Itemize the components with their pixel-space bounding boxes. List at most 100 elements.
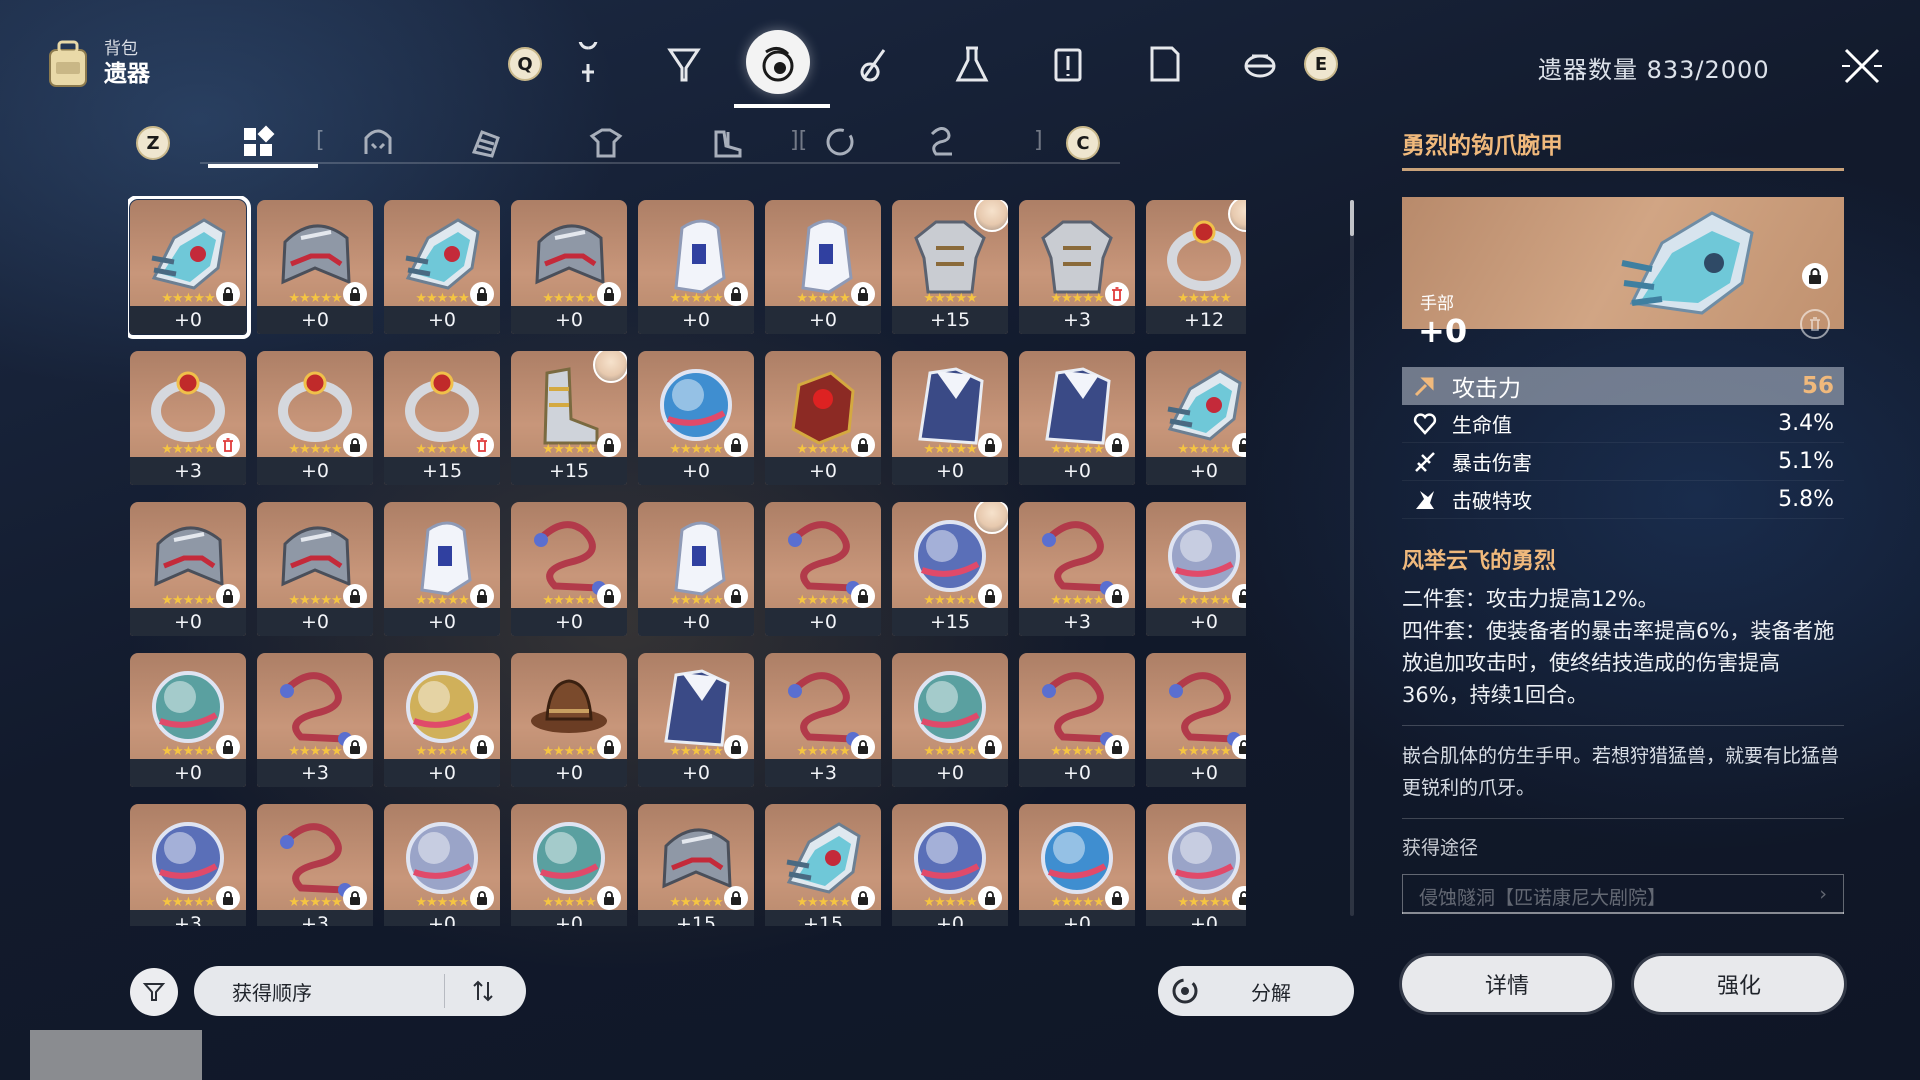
lock-icon[interactable]: [851, 886, 875, 910]
tab-materials[interactable]: [648, 28, 720, 100]
relic-card[interactable]: ★★★★★ +0: [1146, 502, 1246, 636]
tab-link-rope[interactable]: [912, 120, 972, 164]
relic-card[interactable]: ★★★★★ +0: [257, 502, 373, 636]
lock-icon[interactable]: [597, 282, 621, 306]
tab-documents[interactable]: [1128, 28, 1200, 100]
lock-icon[interactable]: [1105, 433, 1129, 457]
relic-card[interactable]: ★★★★★ +3: [130, 804, 246, 926]
relic-card[interactable]: ★★★★★ +0: [1019, 804, 1135, 926]
lock-icon[interactable]: [724, 584, 748, 608]
relic-card[interactable]: ★★★★★ +0: [1146, 351, 1246, 485]
lock-icon[interactable]: [1105, 735, 1129, 759]
lock-icon[interactable]: [851, 584, 875, 608]
lock-icon[interactable]: [597, 433, 621, 457]
details-button[interactable]: 详情: [1402, 956, 1612, 1012]
tab-robot[interactable]: [1224, 28, 1296, 100]
salvage-button[interactable]: 分解: [1158, 966, 1354, 1016]
lock-icon[interactable]: [216, 584, 240, 608]
tab-missions[interactable]: [1032, 28, 1104, 100]
lock-icon[interactable]: [978, 433, 1002, 457]
relic-card[interactable]: ★★★★★ +0: [130, 653, 246, 787]
relic-card[interactable]: ★★★★★ +0: [257, 200, 373, 334]
lock-icon[interactable]: [978, 584, 1002, 608]
relic-card[interactable]: ★★★★★ +0: [638, 351, 754, 485]
relic-card[interactable]: ★★★★★ +0: [1146, 804, 1246, 926]
lock-icon[interactable]: [1802, 263, 1828, 289]
prev-slot-key[interactable]: Z: [136, 126, 170, 160]
relic-card[interactable]: ★★★★★ +0: [1019, 351, 1135, 485]
tab-feet[interactable]: [698, 120, 758, 164]
relic-card[interactable]: ★★★★★ +0: [765, 502, 881, 636]
relic-card[interactable]: ★★★★★ +3: [257, 653, 373, 787]
relic-card[interactable]: ★★★★★ +0: [511, 804, 627, 926]
lock-icon[interactable]: [343, 433, 367, 457]
source-entry[interactable]: 侵蚀隧洞【匹诺康尼大剧院】 ›: [1402, 874, 1844, 914]
lock-icon[interactable]: [1105, 584, 1129, 608]
close-icon[interactable]: [1838, 42, 1886, 90]
tab-relics[interactable]: [734, 28, 830, 108]
lock-icon[interactable]: [597, 735, 621, 759]
tab-hands[interactable]: [456, 120, 516, 164]
relic-card[interactable]: ★★★★★ +0: [765, 351, 881, 485]
lock-icon[interactable]: [343, 735, 367, 759]
lock-icon[interactable]: [851, 433, 875, 457]
relic-card[interactable]: ★★★★★ +12: [1146, 200, 1246, 334]
relic-card[interactable]: ★★★★★ +0: [638, 653, 754, 787]
tab-flask[interactable]: [936, 28, 1008, 100]
lock-icon[interactable]: [724, 282, 748, 306]
relic-card[interactable]: ★★★★★ +0: [384, 502, 500, 636]
relic-card[interactable]: ★★★★★ +0: [765, 200, 881, 334]
lock-icon[interactable]: [343, 282, 367, 306]
lock-icon[interactable]: [597, 886, 621, 910]
lock-icon[interactable]: [1105, 886, 1129, 910]
lock-icon[interactable]: [216, 886, 240, 910]
sort-dropdown[interactable]: 获得顺序: [194, 966, 526, 1016]
discard-icon[interactable]: [1800, 309, 1830, 339]
relic-card[interactable]: ★★★★★ +0: [1146, 653, 1246, 787]
relic-card[interactable]: ★★★★★ +15: [511, 351, 627, 485]
lock-icon[interactable]: [724, 886, 748, 910]
tab-head[interactable]: [348, 120, 408, 164]
relic-card[interactable]: ★★★★★ +0: [257, 351, 373, 485]
tab-all-slots[interactable]: [208, 120, 318, 168]
lock-icon[interactable]: [978, 735, 1002, 759]
lock-icon[interactable]: [851, 735, 875, 759]
relic-card[interactable]: ★★★★★ +0: [638, 200, 754, 334]
lock-icon[interactable]: [470, 282, 494, 306]
tab-planar-sphere[interactable]: [810, 120, 870, 164]
relic-card[interactable]: ★★★★★ +0: [384, 200, 500, 334]
relic-card[interactable]: ★★★★★ +0: [511, 653, 627, 787]
relic-card[interactable]: ★★★★★ +0: [892, 804, 1008, 926]
tab-consumables[interactable]: [840, 28, 912, 100]
prev-category-key[interactable]: Q: [508, 47, 542, 81]
sort-direction-icon[interactable]: [468, 976, 498, 1006]
discard-icon[interactable]: [216, 433, 240, 457]
relic-card[interactable]: ★★★★★ +0: [128, 196, 251, 339]
relic-card[interactable]: ★★★★★ +15: [384, 351, 500, 485]
relic-card[interactable]: ★★★★★ +0: [511, 200, 627, 334]
relic-card[interactable]: ★★★★★ +3: [765, 653, 881, 787]
relic-card[interactable]: ★★★★★ +15: [765, 804, 881, 926]
lock-icon[interactable]: [978, 886, 1002, 910]
lock-icon[interactable]: [851, 282, 875, 306]
lock-icon[interactable]: [597, 584, 621, 608]
scrollbar-thumb[interactable]: [1350, 200, 1354, 236]
lock-icon[interactable]: [216, 735, 240, 759]
relic-card[interactable]: ★★★★★ +15: [892, 200, 1008, 334]
relic-card[interactable]: ★★★★★ +0: [511, 502, 627, 636]
tab-light-cone[interactable]: [552, 28, 624, 100]
relic-card[interactable]: ★★★★★ +3: [257, 804, 373, 926]
next-category-key[interactable]: E: [1304, 47, 1338, 81]
relic-card[interactable]: ★★★★★ +3: [130, 351, 246, 485]
discard-icon[interactable]: [470, 433, 494, 457]
lock-icon[interactable]: [724, 735, 748, 759]
relic-card[interactable]: ★★★★★ +15: [638, 804, 754, 926]
relic-card[interactable]: ★★★★★ +0: [384, 804, 500, 926]
relic-card[interactable]: ★★★★★ +0: [384, 653, 500, 787]
discard-icon[interactable]: [1105, 282, 1129, 306]
relic-card[interactable]: ★★★★★ +15: [892, 502, 1008, 636]
grid-scrollbar[interactable]: [1350, 200, 1354, 916]
lock-icon[interactable]: [343, 886, 367, 910]
next-slot-key[interactable]: C: [1066, 126, 1100, 160]
lock-icon[interactable]: [343, 584, 367, 608]
